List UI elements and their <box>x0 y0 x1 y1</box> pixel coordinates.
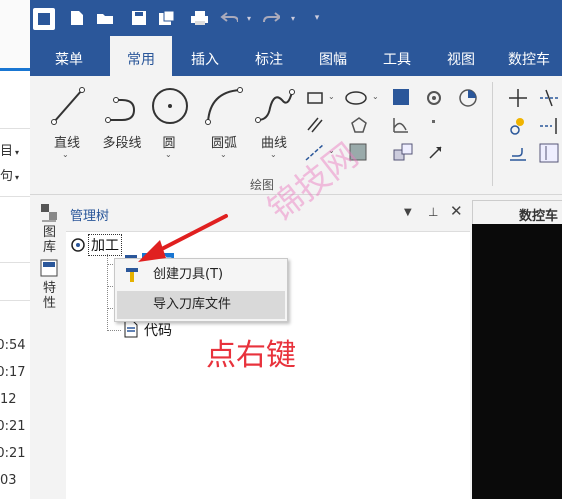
background-accent-bar <box>0 68 30 71</box>
scale-icon[interactable] <box>538 142 560 164</box>
divider <box>0 300 30 301</box>
bg-row[interactable]: 句 ▾ <box>0 165 19 184</box>
chevron-down-icon[interactable]: ⌄ <box>328 92 335 101</box>
bg-row: 03 <box>0 473 17 488</box>
save-as-icon[interactable] <box>158 9 176 27</box>
tab-common[interactable]: 常用 <box>110 36 172 76</box>
polyline-tool-label[interactable]: 多段线 <box>94 132 150 151</box>
tree-guide <box>107 254 108 331</box>
chevron-down-icon[interactable]: ⌄ <box>165 150 172 159</box>
tab-dimension[interactable]: 标注 <box>240 36 298 76</box>
pentagon-icon[interactable] <box>350 116 368 134</box>
menu-item-label: 导入刀库文件 <box>153 297 232 312</box>
tab-view[interactable]: 视图 <box>432 36 490 76</box>
divider <box>0 196 30 197</box>
code-file-icon <box>124 320 138 338</box>
save-icon[interactable] <box>130 9 148 27</box>
circle-tool-label[interactable]: 圆 <box>154 132 184 151</box>
pie-icon[interactable] <box>458 88 478 108</box>
panel-menu-icon[interactable]: ▼ <box>404 207 412 218</box>
annotation-text: 点右键 <box>206 338 296 373</box>
app-logo-icon <box>33 8 55 30</box>
menu-item-import-tool-library[interactable]: 导入刀库文件 <box>117 291 285 319</box>
side-tab-strip: 图库 特性 <box>30 195 67 499</box>
new-file-icon[interactable] <box>68 9 86 27</box>
bg-row: :0:54 <box>0 338 26 353</box>
line-tool-label[interactable]: 直线 <box>44 132 90 151</box>
tab-tools[interactable]: 工具 <box>368 36 426 76</box>
background-app: 目▾ 句▾ :0:54 :0:17 12 :0:21 :0:21 03 <box>0 0 30 499</box>
bg-row[interactable]: 目 ▾ <box>0 140 19 159</box>
bg-row: :0:17 <box>0 365 26 380</box>
tree-guide <box>107 330 121 331</box>
tree-item-code[interactable]: 代码 <box>144 320 172 340</box>
redo-icon[interactable] <box>262 9 280 27</box>
bg-row: 12 <box>0 392 17 407</box>
copy-icon[interactable] <box>508 116 528 136</box>
block-icon[interactable] <box>392 142 414 162</box>
divider <box>0 128 30 129</box>
move-icon[interactable] <box>508 88 528 108</box>
cad-window: ▾ ▾ ▾ 菜单 常用 插入 标注 图幅 工具 视图 数控车 直线 ⌄ 多段线 … <box>30 0 562 500</box>
point-icon[interactable] <box>432 120 435 123</box>
library-icon[interactable] <box>40 203 58 223</box>
arc-tool-label[interactable]: 圆弧 <box>206 132 242 151</box>
print-icon[interactable] <box>190 9 208 27</box>
tab-menu[interactable]: 菜单 <box>38 36 100 76</box>
tab-cnc-lathe[interactable]: 数控车 <box>498 36 560 76</box>
tab-insert[interactable]: 插入 <box>176 36 234 76</box>
fill-icon[interactable] <box>392 88 410 106</box>
pin-icon[interactable]: ⊥ <box>428 205 438 219</box>
customize-toolbar-icon[interactable]: ▾ <box>308 9 326 27</box>
circle-icon[interactable] <box>150 86 190 126</box>
line-icon[interactable] <box>50 86 86 126</box>
ribbon-separator <box>492 82 493 186</box>
panel-title: 管理树 <box>70 209 110 224</box>
chevron-down-icon[interactable]: ⌄ <box>220 150 227 159</box>
redo-dropdown-icon[interactable]: ▾ <box>284 9 302 27</box>
arc-icon[interactable] <box>204 86 246 126</box>
polyline-icon[interactable] <box>102 90 142 126</box>
background-toolbar <box>0 0 30 69</box>
annotation-arrow <box>138 214 228 262</box>
menu-tab-bar: 菜单 常用 插入 标注 图幅 工具 视图 数控车 <box>30 36 562 76</box>
undo-icon[interactable] <box>220 9 238 27</box>
rectangle-icon[interactable] <box>306 90 324 106</box>
chevron-down-icon[interactable]: ⌄ <box>270 150 277 159</box>
properties-icon[interactable] <box>40 259 58 277</box>
title-bar: ▾ ▾ ▾ <box>30 0 562 36</box>
machining-icon <box>71 238 85 252</box>
tab-cnc-lathe-view[interactable]: 数控车 <box>472 200 562 225</box>
curve-tool-label[interactable]: 曲线 <box>256 132 292 151</box>
close-icon[interactable]: ✕ <box>450 202 463 220</box>
open-folder-icon[interactable] <box>96 9 114 27</box>
side-tab-properties[interactable]: 特性 <box>43 281 57 311</box>
trim-icon[interactable] <box>538 88 560 108</box>
tab-label: 数控车 <box>519 209 559 224</box>
gear-icon[interactable] <box>424 88 444 108</box>
side-tab-library[interactable]: 图库 <box>43 225 57 255</box>
curve-icon[interactable] <box>254 86 296 126</box>
offset-icon[interactable] <box>508 144 528 164</box>
ellipse-icon[interactable] <box>344 90 368 106</box>
arrow-icon[interactable] <box>428 144 444 160</box>
tree-root-machining[interactable]: 加工 <box>88 234 122 256</box>
spline-icon[interactable] <box>392 116 410 134</box>
divider <box>0 262 30 263</box>
tab-frame[interactable]: 图幅 <box>304 36 362 76</box>
parallel-lines-icon[interactable] <box>306 116 324 134</box>
chevron-down-icon[interactable]: ⌄ <box>372 92 379 101</box>
undo-dropdown-icon[interactable]: ▾ <box>240 9 258 27</box>
drawing-canvas[interactable] <box>472 224 562 499</box>
chevron-down-icon[interactable]: ⌄ <box>62 150 69 159</box>
extend-icon[interactable] <box>538 116 560 136</box>
bg-row: :0:21 <box>0 446 26 461</box>
bg-row: :0:21 <box>0 419 26 434</box>
